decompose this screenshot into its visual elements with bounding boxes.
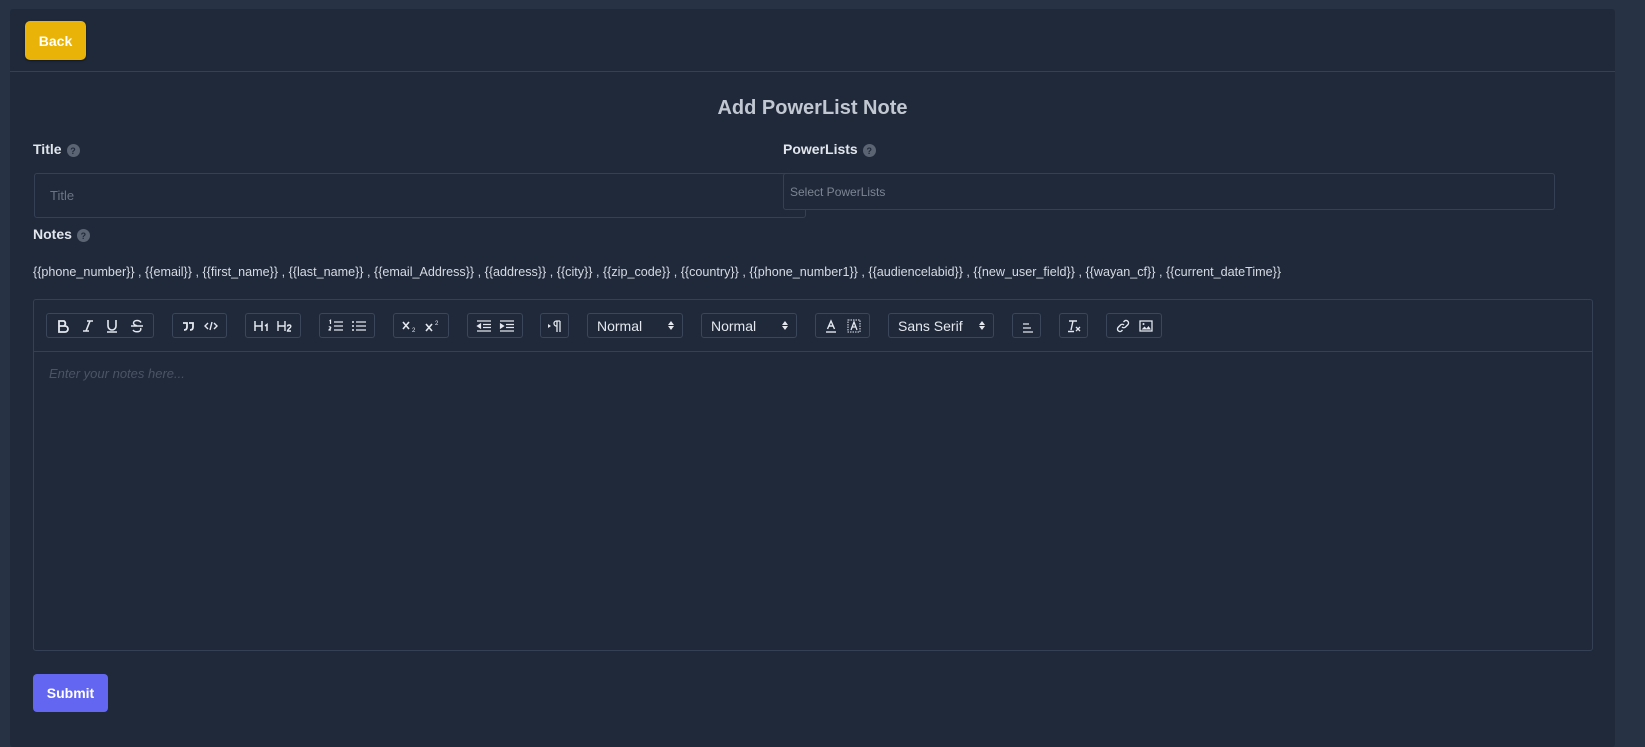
- italic-icon[interactable]: [77, 316, 99, 336]
- indent-group: [467, 313, 523, 338]
- powerlists-placeholder: Select PowerLists: [790, 184, 886, 199]
- title-help-icon[interactable]: ?: [66, 144, 80, 157]
- powerlists-label: PowerLists: [783, 141, 858, 157]
- editor-toolbar: 2 2 Normal Normal Sans Serif: [34, 300, 1592, 352]
- notes-editor: 2 2 Normal Normal Sans Serif Enter your …: [33, 299, 1593, 651]
- subscript-icon[interactable]: 2: [399, 316, 421, 336]
- svg-text:2: 2: [412, 328, 416, 333]
- bold-icon[interactable]: [52, 316, 74, 336]
- top-bar: Back: [10, 9, 1615, 72]
- font-color-icon[interactable]: [820, 316, 842, 336]
- title-label-row: Title ?: [33, 141, 80, 157]
- back-button[interactable]: Back: [25, 21, 86, 60]
- submit-button[interactable]: Submit: [33, 674, 108, 712]
- font-select-arrows-icon: [979, 321, 985, 330]
- form-card: Back Add PowerList Note Title ? PowerLis…: [10, 9, 1615, 747]
- template-variables: {{phone_number}} , {{email}} , {{first_n…: [33, 265, 1282, 279]
- script-group: 2 2: [393, 313, 449, 338]
- clean-group: [1059, 313, 1088, 338]
- list-group: [319, 313, 375, 338]
- notes-label-row: Notes ?: [33, 226, 90, 242]
- header-select-arrows-icon: [782, 321, 788, 330]
- text-direction-icon[interactable]: [545, 316, 564, 336]
- block-group: [172, 313, 227, 338]
- strike-icon[interactable]: [126, 316, 148, 336]
- powerlists-select[interactable]: Select PowerLists: [783, 173, 1555, 210]
- page-title: Add PowerList Note: [717, 97, 908, 119]
- font-select-value: Sans Serif: [898, 317, 963, 334]
- heading-group: [245, 313, 301, 338]
- powerlists-label-row: PowerLists ?: [783, 141, 876, 157]
- outdent-icon[interactable]: [473, 316, 495, 336]
- size-select-value: Normal: [597, 317, 643, 334]
- image-icon[interactable]: [1135, 316, 1157, 336]
- font-select[interactable]: Sans Serif: [888, 313, 994, 338]
- title-input[interactable]: [34, 173, 806, 218]
- notes-label: Notes: [33, 226, 72, 242]
- indent-icon[interactable]: [496, 316, 518, 336]
- media-group: [1106, 313, 1162, 338]
- superscript-icon[interactable]: 2: [422, 316, 444, 336]
- underline-icon[interactable]: [101, 316, 123, 336]
- notes-editor-body[interactable]: Enter your notes here...: [34, 352, 1592, 650]
- title-label: Title: [33, 141, 62, 157]
- format-group: [46, 313, 154, 338]
- powerlists-help-icon[interactable]: ?: [862, 144, 876, 157]
- color-group: [815, 313, 870, 338]
- bullet-list-icon[interactable]: [348, 316, 370, 336]
- code-block-icon[interactable]: [200, 316, 222, 336]
- header-select[interactable]: Normal: [701, 313, 797, 338]
- header-select-value: Normal: [711, 317, 757, 334]
- notes-help-icon[interactable]: ?: [76, 229, 90, 242]
- size-select[interactable]: Normal: [587, 313, 683, 338]
- svg-text:2: 2: [435, 321, 439, 327]
- clean-format-icon[interactable]: [1064, 316, 1083, 336]
- h1-icon[interactable]: [251, 316, 273, 336]
- align-group: [1012, 313, 1041, 338]
- h2-icon[interactable]: [274, 316, 296, 336]
- ordered-list-icon[interactable]: [325, 316, 347, 336]
- page-scrollbar[interactable]: [1615, 0, 1645, 747]
- direction-group: [540, 313, 569, 338]
- link-icon[interactable]: [1112, 316, 1134, 336]
- size-select-arrows-icon: [668, 321, 674, 330]
- blockquote-icon[interactable]: [177, 316, 199, 336]
- align-icon[interactable]: [1017, 316, 1036, 336]
- background-color-icon[interactable]: [843, 316, 865, 336]
